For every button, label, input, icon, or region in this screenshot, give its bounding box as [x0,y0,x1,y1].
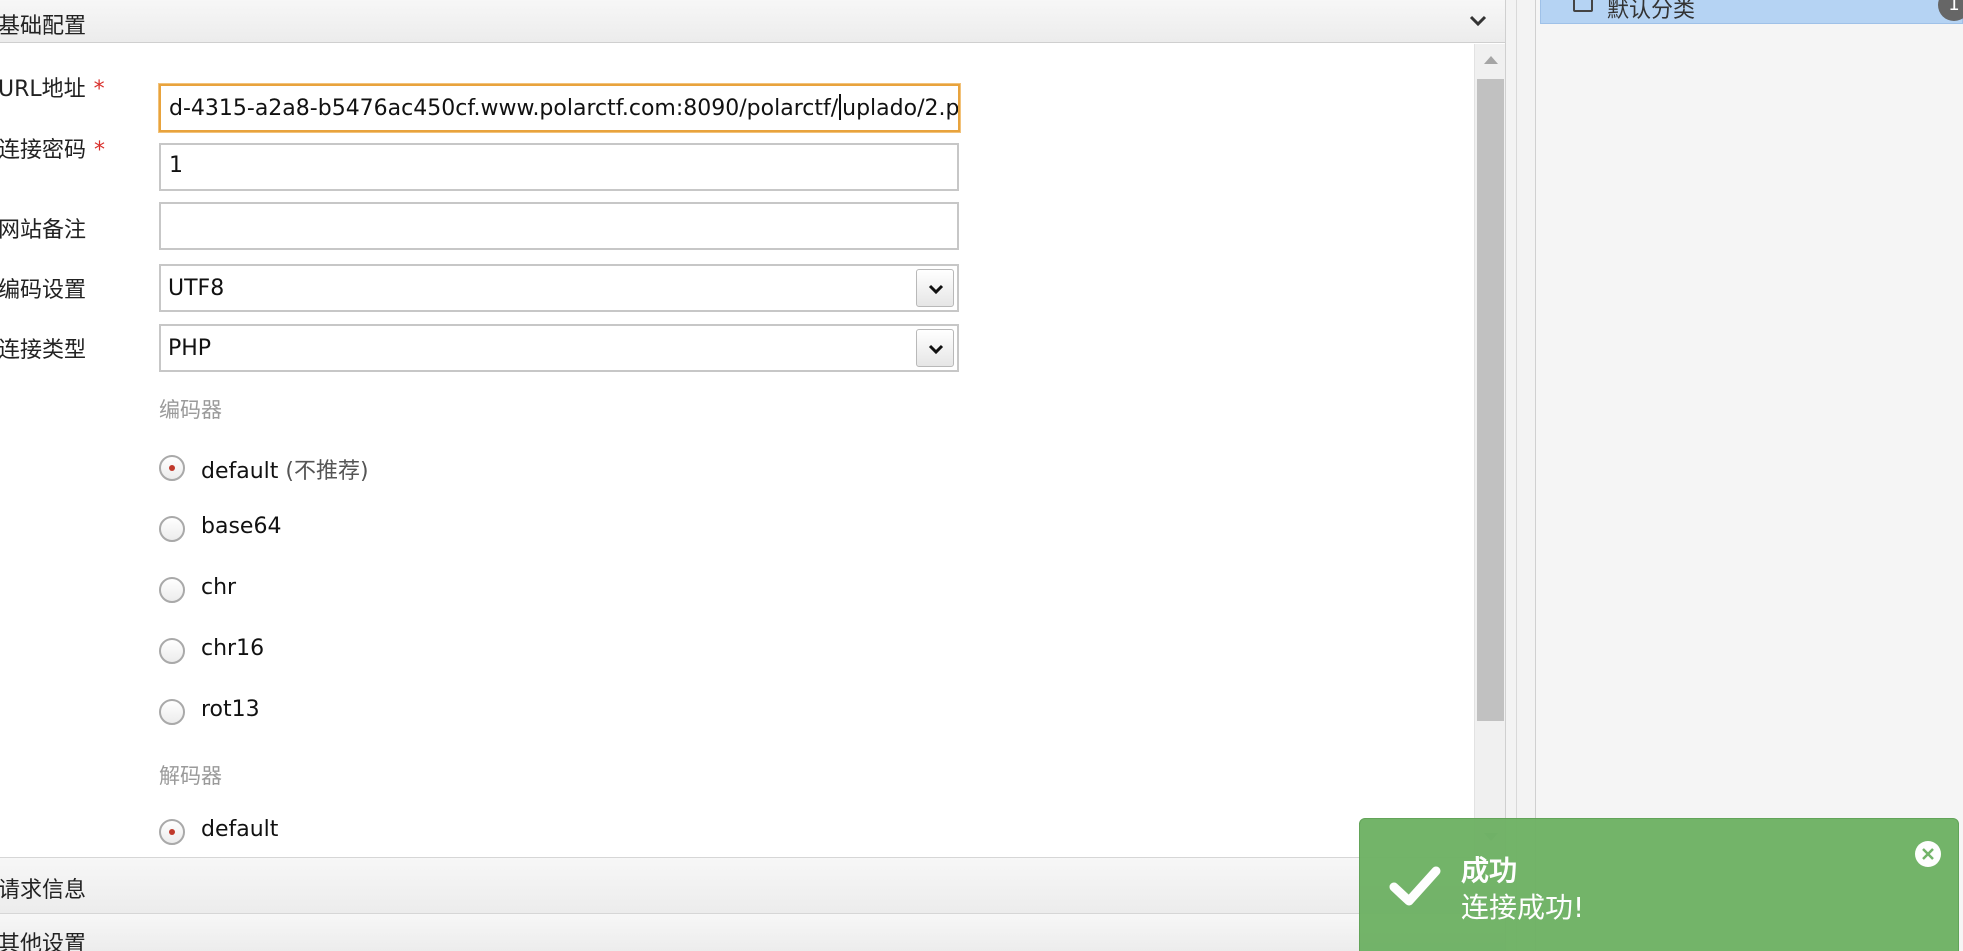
password-label: 连接密码 * [0,132,105,164]
url-label: URL地址 * [0,71,105,103]
radio-label: chr16 [201,636,265,661]
encoding-select[interactable]: UTF8 [159,264,959,312]
radio-label: default (不推荐) [201,453,369,485]
note-input[interactable] [159,202,959,250]
radio-label: default [201,817,279,842]
section-title-request: 请求信息 [0,878,87,903]
radio-label: chr [201,575,237,600]
section-header-basic[interactable]: 基础配置 [0,0,1505,43]
category-count-badge: 1 [1938,0,1963,21]
section-header-other[interactable]: 其他设置 [0,913,1505,951]
radio-button[interactable] [159,577,185,603]
radio-button[interactable] [159,516,185,542]
required-mark: * [93,77,105,102]
password-label-text: 连接密码 [0,138,87,163]
scrollbar-thumb[interactable] [1477,79,1504,721]
chevron-down-icon [928,284,944,295]
required-mark: * [94,138,106,163]
toast-title: 成功 [1461,854,1518,887]
password-value: 1 [169,153,183,178]
encoding-selected-value: UTF8 [168,276,225,301]
scroll-up-icon[interactable] [1484,56,1498,64]
success-toast: 成功 连接成功! [1359,818,1959,951]
text-caret [839,94,842,120]
select-toggle-button[interactable] [916,329,954,367]
url-label-text: URL地址 [0,77,86,102]
decoder-group-label: 解码器 [159,764,222,788]
basic-config-form: URL地址 * d-4315-a2a8-b5476ac450cf.www.pola… [0,44,1472,857]
option-hint: (不推荐) [285,459,369,484]
folder-icon [1573,0,1593,12]
section-title-basic: 基础配置 [0,14,87,39]
radio-button[interactable] [159,819,185,845]
category-item-default[interactable]: 默认分类 1 [1540,0,1963,24]
check-icon [1389,866,1441,906]
url-value-end: uplado/2.php [842,96,960,121]
password-input[interactable]: 1 [159,143,959,191]
type-select[interactable]: PHP [159,324,959,372]
chevron-down-icon[interactable] [1463,6,1493,36]
close-icon[interactable] [1915,841,1941,867]
section-title-other: 其他设置 [0,932,87,951]
option-name: default [201,459,279,484]
section-header-request[interactable]: 请求信息 [0,857,1505,914]
radio-label: base64 [201,514,282,539]
select-toggle-button[interactable] [916,269,954,307]
category-label: 默认分类 [1607,0,1696,23]
radio-label: rot13 [201,697,260,722]
encoder-group-label: 编码器 [159,398,222,422]
panel-splitter[interactable] [1505,0,1536,951]
url-value-start: d-4315-a2a8-b5476ac450cf.www.polarctf.co… [169,96,839,121]
category-panel: 默认分类 1 [1536,0,1963,951]
encoding-label: 编码设置 [0,278,87,303]
url-input[interactable]: d-4315-a2a8-b5476ac450cf.www.polarctf.co… [159,84,960,132]
form-scrollbar[interactable] [1474,44,1505,857]
type-selected-value: PHP [168,336,212,361]
radio-button[interactable] [159,638,185,664]
note-label: 网站备注 [0,218,87,243]
radio-button[interactable] [159,699,185,725]
type-label: 连接类型 [0,338,87,363]
radio-button[interactable] [159,455,185,481]
chevron-down-icon [928,344,944,355]
toast-message: 连接成功! [1461,891,1585,924]
